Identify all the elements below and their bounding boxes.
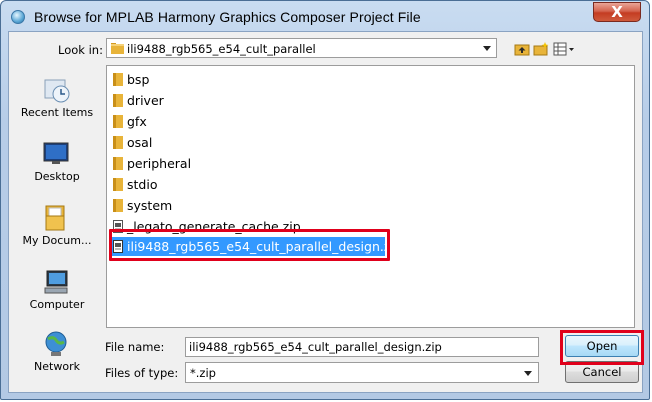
place-network[interactable]: Network xyxy=(12,330,102,380)
files-of-type-value: *.zip xyxy=(190,366,216,380)
file-name-label: File name: xyxy=(105,340,165,354)
up-one-level-icon[interactable] xyxy=(514,42,530,56)
app-globe-icon xyxy=(11,10,25,24)
place-label: Recent Items xyxy=(20,106,94,119)
place-label: My Docum... xyxy=(22,234,92,247)
chevron-down-icon[interactable] xyxy=(483,46,491,51)
highlight-open-button xyxy=(560,330,644,365)
file-name: driver xyxy=(127,93,164,108)
place-label: Network xyxy=(34,360,80,373)
place-computer[interactable]: Computer xyxy=(12,268,102,318)
file-name: stdio xyxy=(127,177,158,192)
folder-icon xyxy=(111,43,124,54)
place-recent-items[interactable]: Recent Items xyxy=(12,76,102,126)
file-name-field[interactable] xyxy=(185,337,539,357)
view-menu-icon[interactable] xyxy=(553,42,575,56)
dialog-window: Browse for MPLAB Harmony Graphics Compos… xyxy=(0,0,650,400)
chevron-down-icon[interactable] xyxy=(524,371,532,376)
place-my-documents[interactable]: My Docum... xyxy=(12,204,102,254)
desktop-icon xyxy=(43,142,69,164)
folder-icon xyxy=(113,94,123,107)
folder-icon xyxy=(113,157,123,170)
highlight-selected-file xyxy=(109,229,390,261)
place-label: Computer xyxy=(29,298,85,311)
file-name: gfx xyxy=(127,114,147,129)
network-icon xyxy=(45,331,67,356)
folder-icon xyxy=(113,178,123,191)
place-label: Desktop xyxy=(34,170,80,183)
computer-icon xyxy=(44,270,68,294)
folder-icon xyxy=(113,199,123,212)
files-of-type-label: Files of type: xyxy=(105,366,179,380)
file-name: peripheral xyxy=(127,156,192,171)
look-in-combo[interactable]: ili9488_rgb565_e54_cult_parallel xyxy=(106,38,497,58)
look-in-label: Look in: xyxy=(58,43,103,57)
file-list[interactable]: bsp driver gfx osal peripheral stdio sys… xyxy=(106,65,635,328)
file-name: bsp xyxy=(127,72,150,87)
my-documents-icon xyxy=(45,205,65,231)
folder-icon xyxy=(113,115,123,128)
new-folder-icon[interactable] xyxy=(533,42,549,56)
window-title: Browse for MPLAB Harmony Graphics Compos… xyxy=(34,9,421,25)
close-button[interactable]: X xyxy=(593,2,641,22)
title-bar[interactable]: Browse for MPLAB Harmony Graphics Compos… xyxy=(1,1,649,31)
files-of-type-select[interactable]: *.zip xyxy=(185,362,539,383)
folder-icon xyxy=(113,73,123,86)
file-name: system xyxy=(127,198,173,213)
folder-icon xyxy=(113,136,123,149)
look-in-value: ili9488_rgb565_e54_cult_parallel xyxy=(127,42,316,56)
file-name: osal xyxy=(127,135,153,150)
place-desktop[interactable]: Desktop xyxy=(12,140,102,190)
recent-items-icon xyxy=(44,79,70,103)
dialog-client-area: Look in: ili9488_rgb565_e54_cult_paralle… xyxy=(8,31,644,393)
places-bar: Recent Items Desktop My Docum... Compute… xyxy=(12,68,102,384)
